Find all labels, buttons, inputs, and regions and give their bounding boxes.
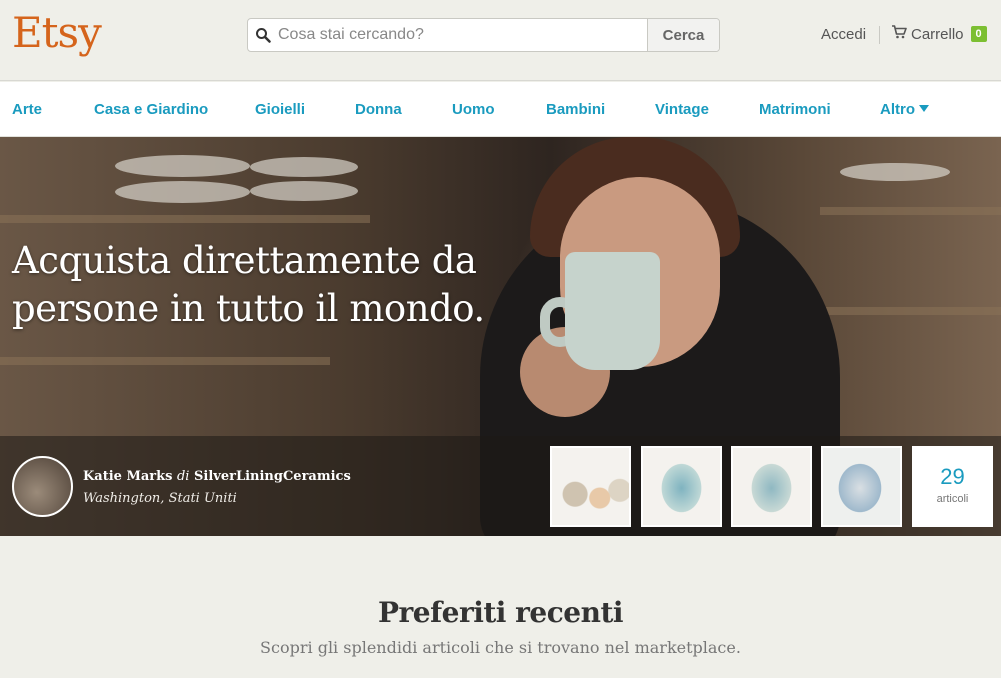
shelf-shape: [0, 215, 370, 223]
shop-name-link[interactable]: SilverLiningCeramics: [194, 469, 351, 484]
cart-label: Carrello: [911, 25, 964, 43]
product-thumbnail[interactable]: [821, 446, 902, 527]
search-button[interactable]: Cerca: [647, 19, 719, 51]
header-divider: [879, 26, 880, 44]
search-icon: [248, 19, 278, 51]
site-header: Etsy Cerca Accedi Carrello 0: [0, 0, 1001, 81]
shelf-shape: [820, 207, 1001, 215]
product-thumbnail[interactable]: [731, 446, 812, 527]
category-nav: Arte Casa e Giardino Gioielli Donna Uomo…: [0, 82, 1001, 137]
category-donna[interactable]: Donna: [355, 101, 402, 118]
item-count-label: articoli: [936, 493, 969, 505]
mug-shape: [565, 252, 660, 370]
category-vintage[interactable]: Vintage: [655, 101, 709, 118]
blue-mug-image: [733, 448, 810, 525]
ceramic-figurines-image: [552, 448, 629, 525]
search-input[interactable]: [278, 19, 647, 51]
plate-shape: [250, 181, 358, 201]
category-bambini[interactable]: Bambini: [546, 101, 605, 118]
cart-count-badge: 0: [970, 26, 987, 42]
plate-shape: [840, 163, 950, 181]
shelf-shape: [0, 357, 330, 365]
category-gioielli[interactable]: Gioielli: [255, 101, 305, 118]
seller-connector: di: [176, 469, 190, 484]
signin-link[interactable]: Accedi: [821, 26, 866, 43]
section-title: Preferiti recenti: [377, 596, 624, 629]
plate-shape: [250, 157, 358, 177]
seller-avatar[interactable]: [12, 456, 73, 517]
etsy-logo[interactable]: Etsy: [12, 8, 102, 57]
plate-shape: [115, 181, 250, 203]
lettered-mug-image: [823, 448, 900, 525]
category-matrimoni[interactable]: Matrimoni: [759, 101, 831, 118]
hero-banner[interactable]: Acquista direttamente da persone in tutt…: [0, 137, 1001, 536]
category-altro-label: Altro: [880, 101, 915, 118]
plate-shape: [115, 155, 250, 177]
hero-title: Acquista direttamente da persone in tutt…: [12, 239, 485, 330]
product-thumbnail[interactable]: [641, 446, 722, 527]
shop-item-count[interactable]: 29 articoli: [912, 446, 993, 527]
seller-name-link[interactable]: Katie Marks: [83, 469, 172, 484]
cart-link[interactable]: Carrello 0: [891, 25, 987, 43]
cart-icon: [891, 25, 907, 43]
item-count-number: 29: [940, 464, 965, 489]
category-uomo[interactable]: Uomo: [452, 101, 495, 118]
category-arte[interactable]: Arte: [12, 101, 42, 118]
category-casa-e-giardino[interactable]: Casa e Giardino: [94, 101, 208, 118]
shelf-shape: [820, 307, 1001, 315]
teal-mug-image: [643, 448, 720, 525]
search-bar: Cerca: [247, 18, 720, 52]
chevron-down-icon: [919, 105, 929, 112]
category-altro[interactable]: Altro: [880, 101, 929, 118]
seller-line: Katie Marks di SilverLiningCeramics: [83, 469, 351, 484]
product-thumbnail[interactable]: [550, 446, 631, 527]
section-subtitle: Scopri gli splendidi articoli che si tro…: [260, 638, 741, 657]
seller-location: Washington, Stati Uniti: [83, 491, 237, 506]
